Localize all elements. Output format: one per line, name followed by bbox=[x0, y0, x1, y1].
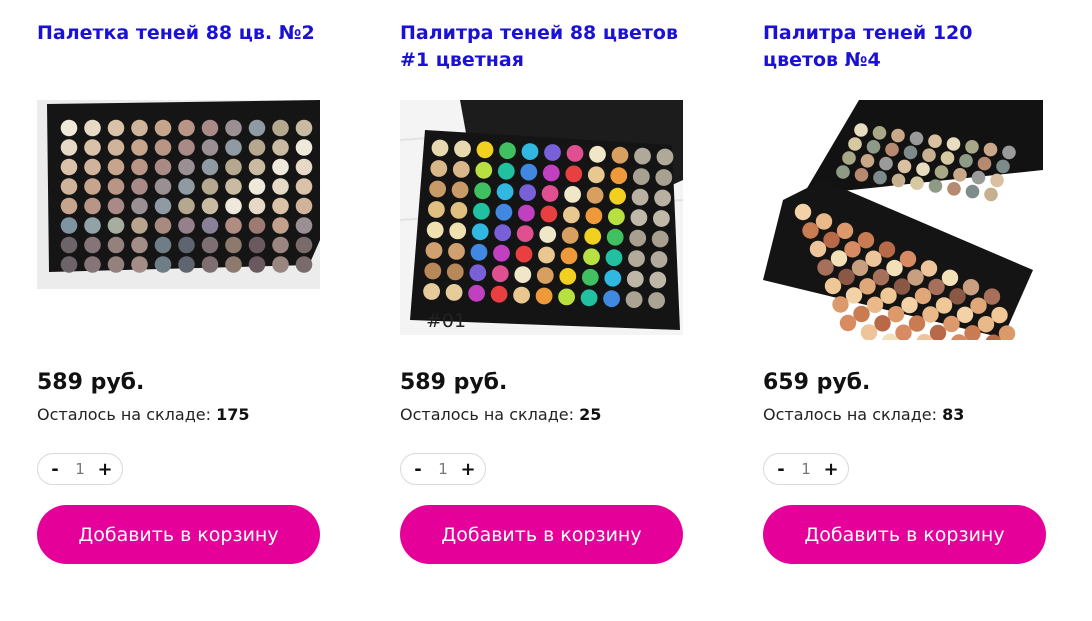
product-price: 659 руб. bbox=[763, 370, 871, 395]
product-price: 589 руб. bbox=[37, 370, 145, 395]
palette-number-label: #01 bbox=[426, 310, 466, 332]
quantity-stepper: - + bbox=[400, 453, 486, 485]
add-to-cart-button[interactable]: Добавить в корзину bbox=[763, 505, 1046, 564]
product-title-link[interactable]: Палитра теней 88 цветов #1 цветная bbox=[400, 20, 690, 74]
stock-count: 175 bbox=[216, 405, 250, 424]
quantity-input[interactable] bbox=[65, 460, 95, 478]
stock-label: Осталось на складе: bbox=[400, 405, 574, 424]
decrease-button[interactable]: - bbox=[46, 457, 64, 481]
product-card: Палитра теней 120 цветов №4 659 руб. Ост… bbox=[763, 0, 1063, 621]
product-image[interactable] bbox=[763, 100, 1046, 340]
stock-label: Осталось на складе: bbox=[763, 405, 937, 424]
product-image[interactable] bbox=[37, 100, 320, 289]
decrease-button[interactable]: - bbox=[409, 457, 427, 481]
eyeshadow-palette-image: #01 bbox=[400, 100, 683, 335]
decrease-button[interactable]: - bbox=[772, 457, 790, 481]
stock-info: Осталось на складе: 83 bbox=[763, 403, 964, 427]
product-title-link[interactable]: Палетка теней 88 цв. №2 bbox=[37, 20, 327, 47]
stock-count: 83 bbox=[942, 405, 965, 424]
quantity-stepper: - + bbox=[37, 453, 123, 485]
product-image[interactable]: #01 bbox=[400, 100, 683, 335]
quantity-input[interactable] bbox=[428, 460, 458, 478]
quantity-stepper: - + bbox=[763, 453, 849, 485]
increase-button[interactable]: + bbox=[822, 457, 840, 481]
stock-info: Осталось на складе: 175 bbox=[37, 403, 249, 427]
stock-label: Осталось на складе: bbox=[37, 405, 211, 424]
quantity-input[interactable] bbox=[791, 460, 821, 478]
stock-count: 25 bbox=[579, 405, 602, 424]
eyeshadow-palette-image bbox=[763, 100, 1046, 340]
stock-info: Осталось на складе: 25 bbox=[400, 403, 601, 427]
increase-button[interactable]: + bbox=[96, 457, 114, 481]
product-card: Палитра теней 88 цветов #1 цветная #01 5… bbox=[400, 0, 700, 621]
product-card: Палетка теней 88 цв. №2 589 руб. Осталос… bbox=[37, 0, 337, 621]
product-price: 589 руб. bbox=[400, 370, 508, 395]
add-to-cart-button[interactable]: Добавить в корзину bbox=[37, 505, 320, 564]
product-title-link[interactable]: Палитра теней 120 цветов №4 bbox=[763, 20, 1053, 74]
add-to-cart-button[interactable]: Добавить в корзину bbox=[400, 505, 683, 564]
eyeshadow-palette-image bbox=[37, 100, 320, 289]
increase-button[interactable]: + bbox=[459, 457, 477, 481]
product-grid: Палетка теней 88 цв. №2 589 руб. Осталос… bbox=[0, 0, 1092, 621]
